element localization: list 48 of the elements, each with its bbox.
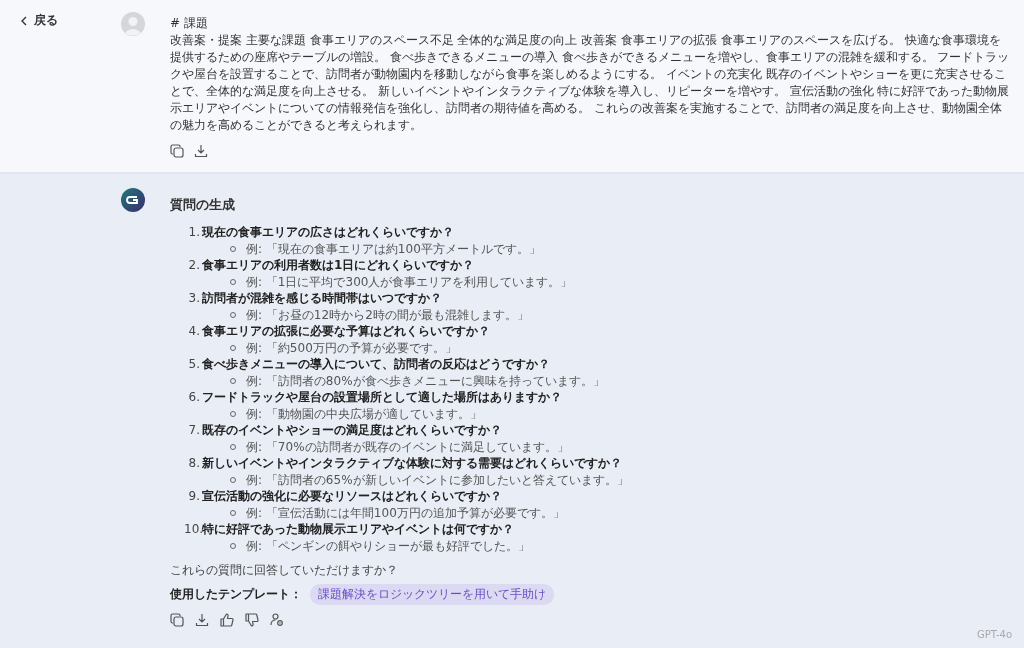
closing-text: これらの質問に回答していただけますか？ — [170, 562, 399, 579]
back-button[interactable]: 戻る — [18, 10, 60, 31]
thumbs-up-icon[interactable] — [220, 613, 234, 627]
list-number: 6. — [187, 389, 200, 406]
template-label: 使用したテンプレート： — [170, 586, 302, 603]
assistant-logo-icon — [121, 188, 145, 212]
example-text: 例: 「ペンギンの餌やりショーが最も好評でした。」 — [246, 537, 530, 554]
list-number: 1. — [187, 224, 200, 241]
response-title: 質問の生成 — [170, 196, 236, 214]
chevron-left-icon — [20, 15, 28, 26]
download-icon[interactable] — [194, 144, 208, 158]
message-text: 改善案・提案 主要な課題 食事エリアのスペース不足 全体的な満足度の向上 改善案 食事エリアの拡張 食事エリアのスペースを広げる。 快適な食事環境を提供するための座席やテーブルの増設。 食べ歩きできるメニューの導入 食べ歩きができるメニューを増やし、食事エリアの混雑を緩和する。 フードトラックや屋台を設置することで、訪問者が動物園内を移動しながら食事を楽しめるようにする。 イベントの充実化 既存のイベントやショーを更に充実させることで、全体的な満足度を向上させる。 新しいイベントやインタラクティブな体験を導入し、リピーターを増やす。 宣伝活動の強化 特に好評であった動物展示エリアやイベントについての情報発信を強化し、訪問者の期待値を高める。 これらの改善案を実施することで、訪問者の満足度を向上させ、動物園全体の魅力を高めることができると考えられます。 — [170, 32, 1011, 134]
template-tag[interactable]: 課題解決をロジックツリーを用いて手助け — [310, 584, 554, 605]
question-text: 宣伝活動の強化に必要なリソースはどれくらいですか？ — [202, 488, 502, 505]
list-number: 8. — [187, 455, 200, 472]
list-number: 9. — [187, 488, 200, 505]
download-icon[interactable] — [195, 613, 209, 627]
list-number: 10. — [184, 521, 200, 538]
thumbs-down-icon[interactable] — [245, 613, 259, 627]
example-text: 例: 「お昼の12時から2時の間が最も混雑します。」 — [246, 306, 529, 323]
list-number: 3. — [187, 290, 200, 307]
copy-icon[interactable] — [170, 613, 184, 627]
list-number: 4. — [187, 323, 200, 340]
question-text: 訪問者が混雑を感じる時間帯はいつですか？ — [202, 290, 442, 307]
copy-icon[interactable] — [170, 144, 184, 158]
user-avatar-icon — [121, 12, 145, 36]
message-heading: # 課題 — [170, 16, 209, 30]
example-text: 例: 「現在の食事エリアは約100平方メートルです。」 — [246, 240, 541, 257]
question-text: 食事エリアの拡張に必要な予算はどれくらいですか？ — [202, 323, 490, 340]
example-text: 例: 「訪問者の65%が新しいイベントに参加したいと答えています。」 — [246, 471, 629, 488]
list-number: 2. — [187, 257, 200, 274]
example-text: 例: 「訪問者の80%が食べ歩きメニューに興味を持っています。」 — [246, 372, 605, 389]
list-number: 7. — [187, 422, 200, 439]
question-text: 食べ歩きメニューの導入について、訪問者の反応はどうですか？ — [202, 356, 550, 373]
user-settings-icon[interactable] — [270, 613, 284, 627]
question-text: 食事エリアの利用者数は1日にどれくらいですか？ — [202, 257, 475, 274]
example-text: 例: 「宣伝活動には年間100万円の追加予算が必要です。」 — [246, 504, 565, 521]
question-text: 新しいイベントやインタラクティブな体験に対する需要はどれくらいですか？ — [202, 455, 622, 472]
question-text: 特に好評であった動物展示エリアやイベントは何ですか？ — [202, 521, 514, 538]
example-text: 例: 「動物園の中央広場が適しています。」 — [246, 405, 482, 422]
example-text: 例: 「1日に平均で300人が食事エリアを利用しています。」 — [246, 273, 573, 290]
model-label: GPT-4o — [976, 629, 1012, 640]
example-text: 例: 「70%の訪問者が既存のイベントに満足しています。」 — [246, 438, 569, 455]
question-text: フードトラックや屋台の設置場所として適した場所はありますか？ — [202, 389, 562, 406]
list-number: 5. — [187, 356, 200, 373]
question-text: 現在の食事エリアの広さはどれくらいですか？ — [202, 224, 454, 241]
question-text: 既存のイベントやショーの満足度はどれくらいですか？ — [202, 422, 502, 439]
example-text: 例: 「約500万円の予算が必要です。」 — [246, 339, 457, 356]
